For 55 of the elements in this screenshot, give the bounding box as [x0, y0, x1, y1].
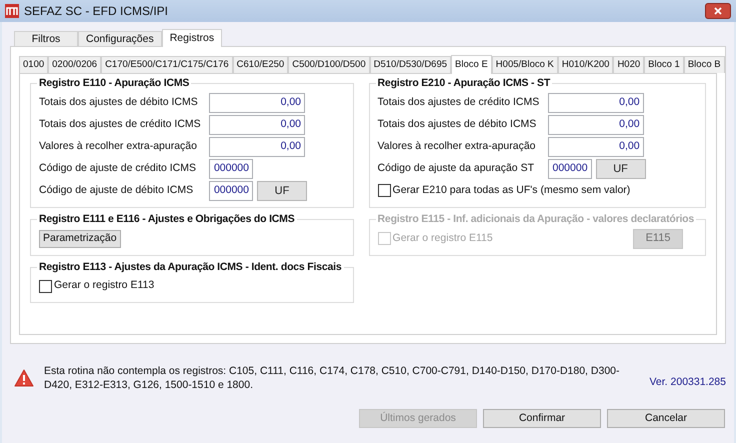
field-label: Código de ajuste da apuração ST [378, 160, 535, 176]
input-field[interactable]: 0,00 [209, 92, 305, 113]
tab[interactable]: 0200/0206 [48, 56, 102, 73]
dialog-button[interactable]: Confirmar [483, 409, 601, 428]
checkbox-label: Gerar o registro E113 [54, 278, 154, 294]
tab[interactable]: Bloco E [451, 55, 492, 74]
tab[interactable]: C170/E500/C171/C175/C176 [101, 56, 233, 73]
app-icon [5, 4, 19, 18]
field-label: Totais dos ajustes de débito ICMS [378, 116, 538, 132]
group-title: Registro E115 - Inf. adicionais da Apuração - valores declaratórios [376, 212, 696, 227]
tab[interactable]: 0100 [19, 56, 48, 73]
input-field[interactable]: 0,00 [548, 136, 644, 157]
input-field[interactable]: 0,00 [548, 92, 644, 113]
tab[interactable]: H005/Bloco K [492, 56, 558, 73]
input-field[interactable]: 0,00 [548, 114, 644, 135]
uf-button[interactable]: UF [596, 158, 646, 179]
group-title: Registro E210 - Apuração ICMS - ST [376, 76, 552, 91]
tab[interactable]: H020 [613, 56, 644, 73]
group-title: Registro E113 - Ajustes da Apuração ICMS - Ident. docs Fiscais [38, 260, 342, 274]
tab[interactable]: Bloco 1 [644, 56, 684, 73]
warning-icon [14, 369, 34, 387]
field-label: Código de ajuste de crédito ICMS [39, 160, 198, 176]
tab[interactable]: C610/E250 [232, 56, 288, 73]
field-label: Totais dos ajustes de crédito ICMS [39, 116, 202, 132]
close-icon [714, 7, 722, 15]
tab[interactable]: Configurações [78, 31, 162, 46]
checkbox-label: Gerar E210 para todas as UF's (mesmo sem valor) [392, 182, 630, 198]
notice-text: Esta rotina não contempla os registros: C105, C111, C116, C174, C178, C510, C700-C791, D140-D150, D170-D180, D300-D420, E312-E313, G126, 1500-1510 e 1800. [44, 364, 620, 392]
checkbox[interactable] [378, 184, 391, 198]
field-label: Valores à recolher extra-apuração [39, 138, 198, 154]
checkbox[interactable] [39, 280, 52, 293]
version-text: Ver. 200331.285 [650, 375, 726, 390]
input-field[interactable]: 0,00 [209, 136, 305, 157]
parametrization-button[interactable]: Parametrização [39, 230, 121, 248]
input-field[interactable]: 000000 [548, 158, 592, 179]
checkbox-label: Gerar o registro E115 [392, 230, 493, 246]
tab[interactable]: C500/D100/D500 [288, 56, 370, 73]
field-label: Totais dos ajustes de crédito ICMS [378, 94, 540, 110]
tab[interactable]: D510/D530/D695 [370, 56, 452, 73]
field-label: Totais dos ajustes de débito ICMS [39, 94, 199, 110]
input-field[interactable]: 0,00 [209, 114, 305, 135]
field-label: Código de ajuste de débito ICMS [39, 182, 194, 198]
tab[interactable]: Bloco B [684, 56, 725, 73]
input-field[interactable]: 000000 [209, 180, 253, 201]
close-button[interactable] [705, 3, 731, 19]
field-label: Valores à recolher extra-apuração [378, 138, 537, 154]
tab[interactable]: H010/K200 [558, 56, 614, 73]
dialog-button[interactable]: Cancelar [607, 409, 725, 428]
tab[interactable]: Filtros [14, 31, 78, 46]
uf-button[interactable]: UF [257, 180, 307, 201]
tab[interactable]: Registros [162, 29, 222, 47]
window-title: SEFAZ SC - EFD ICMS/IPI [24, 3, 168, 20]
group-title: Registro E111 e E116 - Ajustes e Obrigações do ICMS [38, 212, 296, 227]
group-title: Registro E110 - Apuração ICMS [38, 76, 190, 91]
input-field[interactable]: 000000 [209, 158, 253, 179]
